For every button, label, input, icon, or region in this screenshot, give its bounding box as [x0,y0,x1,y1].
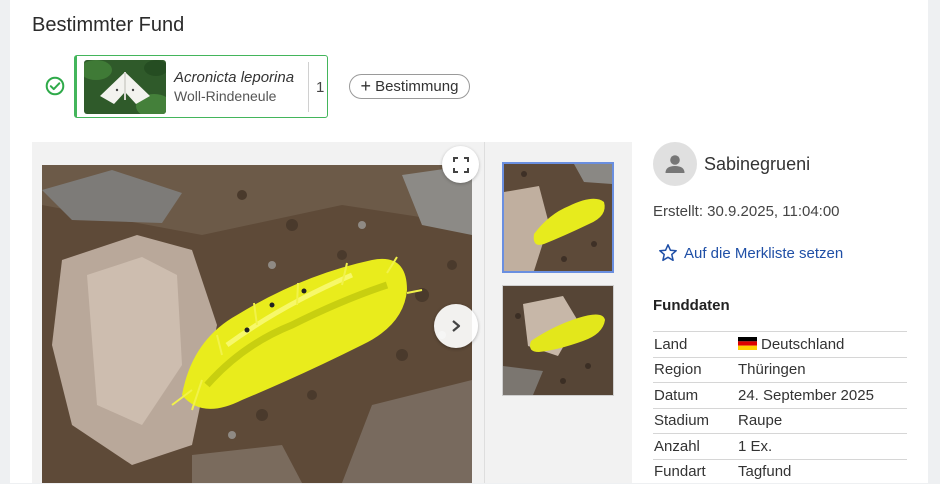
created-timestamp: Erstellt: 30.9.2025, 11:04:00 [653,203,840,220]
image-gallery [32,142,632,483]
thumbnail-1[interactable] [502,162,614,273]
table-row: Region Thüringen [653,356,907,383]
germany-flag-icon [738,336,757,350]
person-icon [665,155,685,173]
fact-value: 1 Ex. [737,433,907,459]
fact-value: Deutschland [737,331,907,357]
fact-label: Stadium [653,407,737,434]
main-photo[interactable] [42,165,472,483]
fullscreen-icon [452,156,469,173]
species-thumbnail[interactable] [84,60,166,114]
table-row: Fundart Tagfund [653,458,907,484]
common-name: Woll-Rindeneule [174,88,277,104]
table-row: Stadium Raupe [653,407,907,434]
fact-label: Fundart [653,458,737,484]
thumbnail-2[interactable] [502,285,614,396]
facts-title: Funddaten [653,297,730,314]
determination-count: 1 [316,79,325,96]
fact-label: Anzahl [653,433,737,459]
chevron-right-icon [452,320,461,332]
fact-value: Tagfund [737,458,907,484]
plus-icon: + [360,75,372,96]
finding-card: Bestimmter Fund Acronicta leporina Woll-… [10,0,928,484]
watchlist-label: Auf die Merkliste setzen [684,244,844,262]
facts-table: Land Deutschland Region Thüringen Datum … [653,331,907,484]
fact-value: Raupe [737,407,907,434]
fact-value: 24. September 2025 [737,382,907,408]
add-determination-button[interactable]: + Bestimmung [349,74,470,99]
star-outline-icon [659,244,677,262]
table-row: Land Deutschland [653,331,907,357]
fact-label: Datum [653,382,737,408]
table-row: Datum 24. September 2025 [653,382,907,408]
username[interactable]: Sabinegrueni [704,154,810,175]
next-image-button[interactable] [434,304,478,348]
fact-value: Thüringen [737,356,907,383]
table-row: Anzahl 1 Ex. [653,433,907,459]
avatar[interactable] [653,142,697,186]
divider [308,62,309,112]
check-circle-icon [45,76,65,96]
page-title: Bestimmter Fund [32,14,185,36]
fact-label: Land [653,331,737,357]
watchlist-button[interactable]: Auf die Merkliste setzen [658,243,843,263]
determination-card[interactable]: Acronicta leporina Woll-Rindeneule 1 [74,55,328,118]
add-determination-label: Bestimmung [375,78,459,95]
thumbnail-strip [484,142,632,483]
scientific-name[interactable]: Acronicta leporina [174,69,294,86]
fullscreen-button[interactable] [442,146,479,183]
fact-label: Region [653,356,737,383]
country-value: Deutschland [761,335,845,353]
